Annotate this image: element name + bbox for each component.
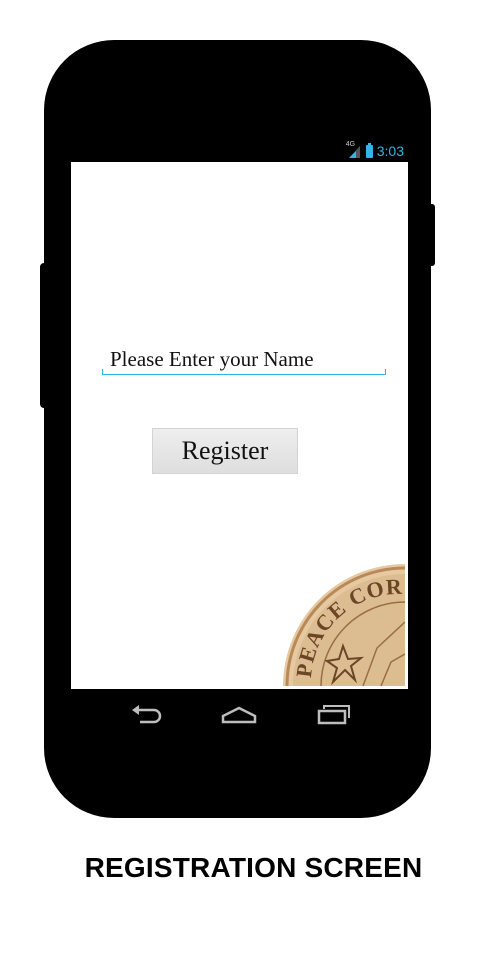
battery-icon [365,142,373,158]
status-time: 3:03 [376,143,404,159]
app-screen: Register PEACE CORPS [71,162,408,689]
screen-caption: REGISTRATION SCREEN [84,852,423,883]
back-icon[interactable] [127,701,167,727]
volume-button [40,263,48,408]
register-button[interactable]: Register [152,428,298,474]
status-bar: 4G 3:03 [71,140,408,162]
network-type-label: 4G [345,141,356,148]
home-icon[interactable] [219,701,259,727]
peace-corps-seal-logo: PEACE CORPS [281,562,405,686]
recent-apps-icon[interactable] [313,701,353,727]
name-input[interactable] [102,345,386,375]
navigation-bar [71,689,408,739]
signal-icon: 4G [345,141,362,158]
power-button [428,204,435,266]
